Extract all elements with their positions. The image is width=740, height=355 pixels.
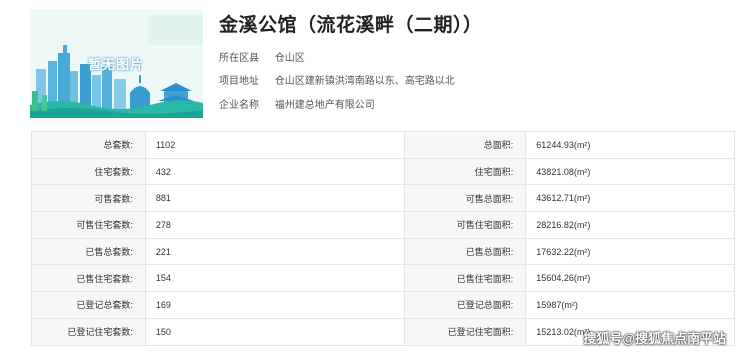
stat-value: 881 bbox=[145, 185, 406, 213]
stat-value: 154 bbox=[145, 265, 406, 293]
stat-value: 28216.82(m²) bbox=[526, 212, 735, 239]
stat-label: 已登记总面积: bbox=[405, 292, 527, 319]
image-placeholder-caption: 暂无图片 bbox=[88, 57, 145, 72]
info-row-district: 所在区县 仓山区 bbox=[219, 49, 305, 64]
table-row: 可售套数: 881 可售总面积: 43612.71(m²) bbox=[32, 185, 735, 213]
stat-label: 可售套数: bbox=[32, 185, 146, 213]
info-value: 仓山区建新镇洪湾南路以东、高宅路以北 bbox=[274, 76, 455, 87]
stat-value: 15604.26(m²) bbox=[526, 265, 735, 293]
stat-label: 已售总套数: bbox=[32, 238, 146, 266]
table-row: 总套数: 1102 总面积: 61244.93(m²) bbox=[32, 132, 735, 159]
info-value: 福州建总地产有限公司 bbox=[274, 100, 375, 111]
source-watermark: 搜狐号@搜狐焦点南平站 bbox=[583, 331, 726, 346]
table-row: 已登记总套数: 169 已登记总面积: 15987(m²) bbox=[32, 292, 735, 319]
stat-value: 43612.71(m²) bbox=[526, 185, 735, 213]
project-title: 金溪公馆（流花溪畔（二期）） bbox=[219, 15, 483, 36]
info-row-address: 项目地址 仓山区建新镇洪湾南路以东、高宅路以北 bbox=[219, 72, 455, 87]
info-label: 企业名称 bbox=[219, 100, 259, 111]
stat-value: 169 bbox=[145, 292, 406, 319]
info-label: 所在区县 bbox=[219, 53, 259, 64]
table-row: 住宅套数: 432 住宅面积: 43821.08(m²) bbox=[32, 158, 735, 186]
info-row-company: 企业名称 福州建总地产有限公司 bbox=[219, 96, 375, 111]
stat-label: 已售总面积: bbox=[405, 238, 527, 266]
stat-value: 221 bbox=[145, 238, 406, 266]
stat-value: 278 bbox=[145, 212, 406, 239]
project-image-placeholder: 暂无图片 bbox=[30, 9, 203, 118]
info-value: 仓山区 bbox=[274, 53, 305, 64]
stat-label: 可售总面积: bbox=[405, 185, 527, 213]
stat-label: 可售住宅套数: bbox=[32, 212, 146, 239]
stat-label: 住宅面积: bbox=[405, 158, 527, 186]
table-row: 已售总套数: 221 已售总面积: 17632.22(m²) bbox=[32, 238, 735, 266]
stat-value: 15987(m²) bbox=[526, 292, 735, 319]
table-row: 已售住宅套数: 154 已售住宅面积: 15604.26(m²) bbox=[32, 265, 735, 293]
stat-value: 150 bbox=[145, 318, 406, 346]
stat-value: 17632.22(m²) bbox=[526, 238, 735, 266]
stat-value: 432 bbox=[145, 158, 406, 186]
stat-value: 61244.93(m²) bbox=[526, 132, 735, 159]
stat-label: 总面积: bbox=[405, 132, 527, 159]
stats-table: 总套数: 1102 总面积: 61244.93(m²) 住宅套数: 432 住宅… bbox=[31, 131, 735, 346]
stat-label: 住宅套数: bbox=[32, 158, 146, 186]
stat-label: 已登记总套数: bbox=[32, 292, 146, 319]
info-label: 项目地址 bbox=[219, 76, 259, 87]
stat-label: 已售住宅面积: bbox=[405, 265, 527, 293]
stat-label: 已售住宅套数: bbox=[32, 265, 146, 293]
stat-value: 43821.08(m²) bbox=[526, 158, 735, 186]
stat-value: 1102 bbox=[145, 132, 406, 159]
stat-label: 总套数: bbox=[32, 132, 146, 159]
table-row: 可售住宅套数: 278 可售住宅面积: 28216.82(m²) bbox=[32, 212, 735, 239]
stat-label: 已登记住宅面积: bbox=[405, 318, 527, 346]
stat-label: 已登记住宅套数: bbox=[32, 318, 146, 346]
stat-label: 可售住宅面积: bbox=[405, 212, 527, 239]
